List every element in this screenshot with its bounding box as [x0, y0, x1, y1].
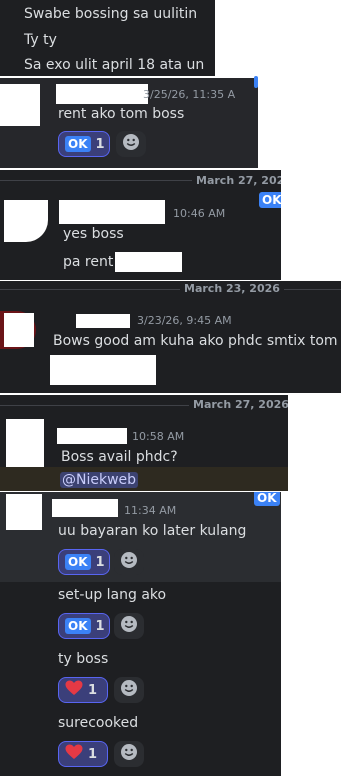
add-reaction-button[interactable] [114, 549, 144, 575]
date-divider-label: March 27, 2026 [192, 174, 281, 187]
avatar[interactable] [6, 419, 44, 473]
message-line: Ty ty [24, 32, 57, 48]
ok-emoji-icon: ​ [254, 76, 258, 88]
redacted-text [115, 252, 182, 272]
message-text: Bows good am kuha ako phdc smtix tom [53, 333, 338, 349]
ok-emoji-icon: OK [65, 554, 91, 570]
date-divider-line [0, 289, 341, 290]
ok-emoji-icon: OK [65, 136, 91, 152]
ok-emoji-icon: OK [65, 618, 91, 634]
message-text: rent ako tom boss [58, 106, 185, 122]
ok-emoji-icon: OK [259, 192, 281, 208]
heart-emoji-icon [65, 680, 83, 700]
message-timestamp: 10:46 AM [173, 207, 226, 220]
user-mention[interactable]: @Niekweb [60, 472, 139, 488]
message-panel-2: 3/25/26, 11:35 A rent ako tom boss OK 1 [0, 78, 258, 168]
reaction-count: 1 [95, 136, 105, 152]
message-text: ty boss [58, 651, 109, 667]
reaction-count: 1 [95, 554, 105, 570]
message-text: yes boss [63, 226, 124, 242]
message-text: Boss avail phdc? [61, 449, 178, 465]
reaction-count: 1 [95, 618, 105, 634]
redacted-username [59, 200, 165, 224]
add-reaction-button[interactable] [114, 613, 144, 639]
reaction-heart[interactable]: 1 [58, 677, 108, 703]
message-text: pa rent [63, 254, 114, 270]
reaction-ok[interactable]: OK 1 [58, 613, 110, 639]
mention-highlight-bar [0, 467, 288, 491]
smiley-icon [120, 615, 138, 637]
add-reaction-button[interactable] [114, 741, 144, 767]
redacted-text [50, 355, 156, 385]
ok-emoji-icon: OK [254, 492, 280, 506]
smiley-icon [120, 743, 138, 765]
message-text: set-up lang ako [58, 587, 167, 603]
message-panel-4: March 23, 2026 3/23/26, 9:45 AM Bows goo… [0, 281, 341, 393]
reaction-ok[interactable]: OK 1 [58, 549, 110, 575]
reaction-heart[interactable]: 1 [58, 741, 108, 767]
message-panel-3: March 27, 2026 10:46 AM yes boss pa rent… [0, 170, 281, 280]
redacted-username [52, 499, 118, 517]
redacted-username [57, 428, 127, 444]
message-timestamp: 3/23/26, 9:45 AM [137, 314, 232, 327]
redacted-username [76, 314, 130, 328]
message-text: uu bayaran ko later kulang [58, 523, 247, 539]
message-text: surecooked [58, 715, 139, 731]
smiley-icon [120, 551, 138, 573]
avatar[interactable] [0, 84, 40, 126]
avatar[interactable] [6, 494, 42, 530]
message-timestamp: 10:58 AM [132, 430, 185, 443]
message-timestamp: 3/25/26, 11:35 A [143, 88, 236, 101]
add-reaction-button[interactable] [114, 677, 144, 703]
message-panel-6: 11:34 AM OK uu bayaran ko later kulang O… [0, 492, 281, 776]
redacted-username [56, 84, 148, 104]
message-panel-5: March 27, 2026 10:58 AM Boss avail phdc?… [0, 395, 288, 491]
message-panel-1: Swabe bossing sa uulitin Ty ty Sa exo ul… [0, 0, 215, 76]
date-divider-label: March 27, 2026 [189, 398, 288, 411]
message-line: Sa exo ulit april 18 ata un [24, 57, 205, 73]
add-reaction-button[interactable] [116, 131, 146, 157]
smiley-icon [122, 133, 140, 155]
message-line: Swabe bossing sa uulitin [24, 6, 198, 22]
avatar[interactable] [4, 200, 48, 242]
smiley-icon [120, 679, 138, 701]
reaction-count: 1 [88, 682, 98, 698]
message-timestamp: 11:34 AM [124, 504, 177, 517]
heart-emoji-icon [65, 744, 83, 764]
avatar-redaction [4, 313, 34, 347]
reaction-ok[interactable]: OK 1 [58, 131, 110, 157]
date-divider-label: March 23, 2026 [180, 282, 284, 295]
reaction-count: 1 [88, 746, 98, 762]
